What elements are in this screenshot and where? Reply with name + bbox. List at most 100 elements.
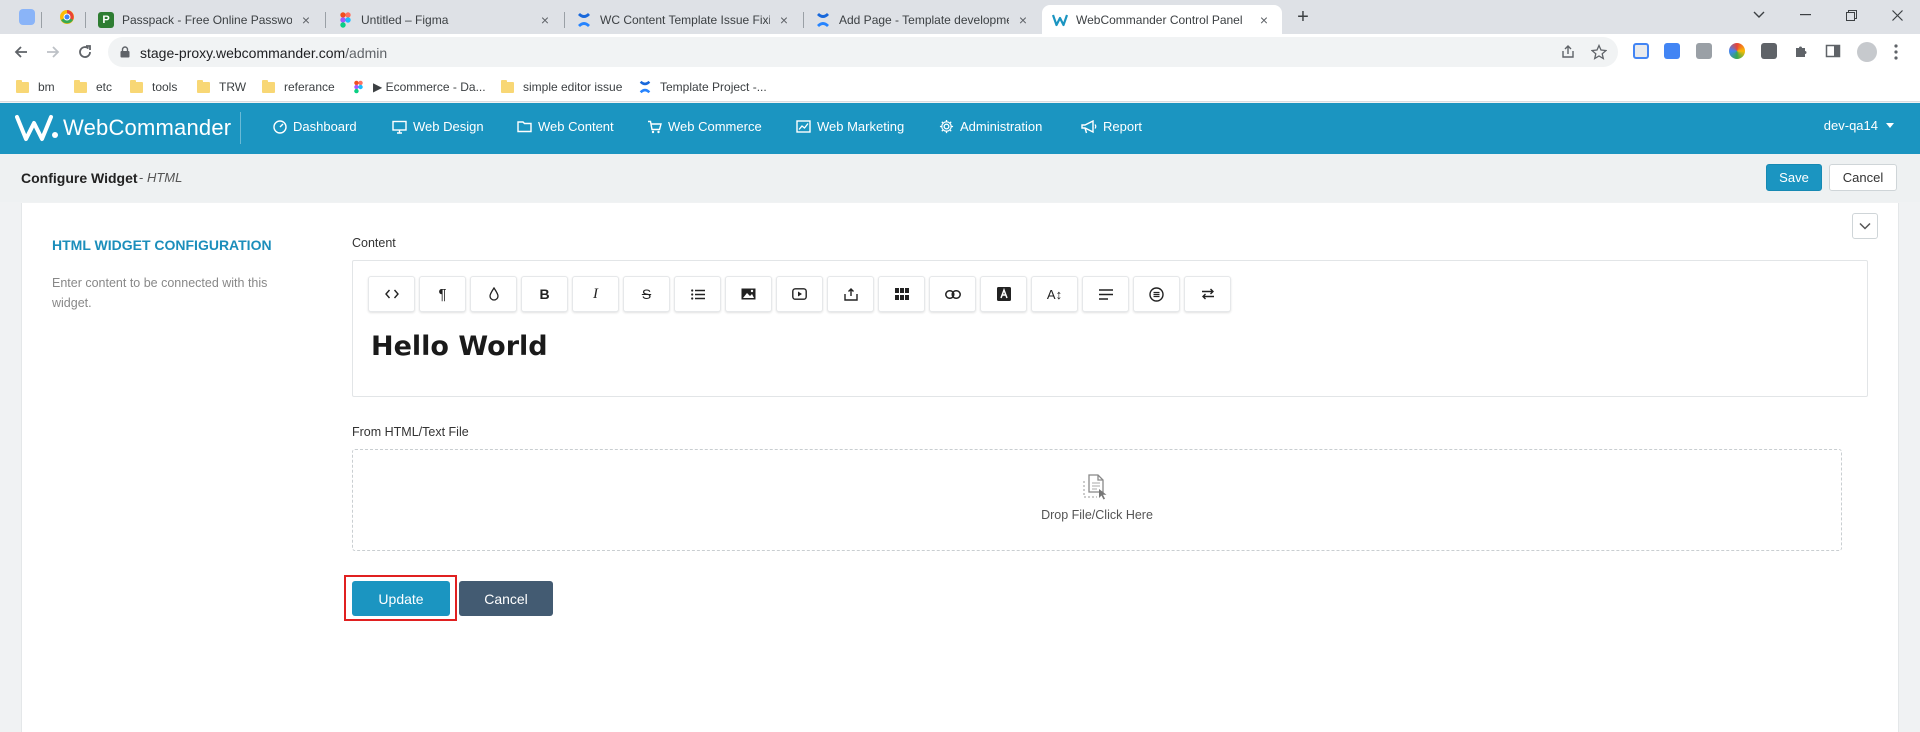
tab-title: Add Page - Template development	[839, 12, 1009, 27]
upload-icon[interactable]	[827, 276, 874, 312]
new-tab-icon[interactable]: +	[1293, 7, 1313, 27]
cart-icon	[648, 120, 662, 133]
rich-text-editor[interactable]: ¶ B I S A↕ Hello World	[352, 260, 1868, 397]
file-dropzone[interactable]: Drop File/Click Here	[352, 449, 1842, 551]
menu-web-marketing[interactable]: Web Marketing	[796, 119, 904, 134]
lock-icon	[120, 46, 130, 58]
special-char-icon[interactable]	[1133, 276, 1180, 312]
bookmark-ecommerce[interactable]: ▶ Ecommerce - Da...	[351, 77, 486, 97]
menu-web-design[interactable]: Web Design	[392, 119, 484, 134]
list-icon[interactable]	[674, 276, 721, 312]
divider	[240, 112, 241, 144]
menu-dashboard[interactable]: Dashboard	[273, 119, 357, 134]
tab-title: Untitled – Figma	[361, 12, 449, 27]
strikethrough-icon[interactable]: S	[623, 276, 670, 312]
tab-passpack[interactable]: P Passpack - Free Online Password ×	[88, 5, 324, 34]
link-icon[interactable]	[929, 276, 976, 312]
extension-icon[interactable]	[1633, 43, 1649, 59]
tab-search-icon[interactable]	[1736, 0, 1782, 30]
paragraph-icon[interactable]: ¶	[419, 276, 466, 312]
translate-icon[interactable]	[1664, 43, 1680, 59]
close-icon[interactable]: ×	[298, 12, 314, 28]
page-title: Configure Widget	[21, 170, 138, 186]
folder-icon	[262, 79, 275, 93]
page-subtitle: - HTML	[139, 170, 183, 185]
menu-web-commerce[interactable]: Web Commerce	[647, 119, 762, 134]
back-icon[interactable]	[10, 41, 32, 63]
cancel-widget-button[interactable]: Cancel	[459, 581, 553, 616]
close-icon[interactable]: ×	[776, 12, 792, 28]
direction-icon[interactable]	[1184, 276, 1231, 312]
cancel-button[interactable]: Cancel	[1829, 164, 1897, 191]
url-text: stage-proxy.webcommander.com/admin	[140, 45, 388, 61]
confluence-icon	[638, 80, 652, 94]
bookmark-template-project[interactable]: Template Project -...	[638, 77, 767, 97]
color-drop-icon[interactable]	[470, 276, 517, 312]
collapse-toggle[interactable]	[1852, 213, 1878, 239]
video-icon[interactable]	[776, 276, 823, 312]
logo-text: WebCommander	[63, 115, 232, 140]
extension-icon[interactable]	[1761, 43, 1777, 59]
minimize-icon[interactable]	[1782, 0, 1828, 30]
font-size-icon[interactable]: A↕	[1031, 276, 1078, 312]
save-button[interactable]: Save	[1766, 164, 1822, 191]
chart-icon	[796, 120, 811, 133]
confluence-icon	[576, 12, 592, 28]
pinned-tab-1[interactable]	[16, 6, 38, 28]
extension-icon[interactable]	[1696, 43, 1712, 59]
more-menu-icon[interactable]	[1894, 44, 1910, 60]
update-button[interactable]: Update	[352, 581, 450, 616]
webcommander-icon	[1052, 12, 1068, 28]
bookmark-tools[interactable]: tools	[130, 77, 177, 97]
close-icon[interactable]: ×	[1015, 12, 1031, 28]
close-window-icon[interactable]	[1874, 0, 1920, 30]
code-view-icon[interactable]	[368, 276, 415, 312]
bookmark-trw[interactable]: TRW	[197, 77, 246, 97]
menu-administration[interactable]: Administration	[939, 119, 1042, 134]
align-icon[interactable]	[1082, 276, 1129, 312]
bold-icon[interactable]: B	[521, 276, 568, 312]
caret-down-icon	[1886, 123, 1894, 128]
menu-report[interactable]: Report	[1081, 119, 1142, 134]
bookmark-bm[interactable]: bm	[16, 77, 55, 97]
side-panel-icon[interactable]	[1825, 43, 1841, 59]
bookmark-referance[interactable]: referance	[262, 77, 335, 97]
tab-title: WebCommander Control Panel	[1076, 12, 1243, 27]
font-icon[interactable]	[980, 276, 1027, 312]
profile-avatar-icon[interactable]	[1857, 42, 1877, 62]
menu-web-content[interactable]: Web Content	[517, 119, 614, 134]
close-icon[interactable]: ×	[537, 12, 553, 28]
close-icon[interactable]: ×	[1256, 12, 1272, 28]
pinned-tab-2[interactable]	[56, 6, 78, 28]
dropzone-text: Drop File/Click Here	[1041, 508, 1153, 522]
forward-icon[interactable]	[42, 41, 64, 63]
bookmark-etc[interactable]: etc	[74, 77, 112, 97]
folder-icon	[130, 79, 143, 93]
tab-title: WC Content Template Issue Fixing	[600, 12, 770, 27]
webcommander-logo-icon	[15, 115, 58, 141]
tab-wc-template[interactable]: WC Content Template Issue Fixing ×	[566, 5, 802, 34]
section-title: HTML WIDGET CONFIGURATION	[52, 237, 272, 253]
restore-icon[interactable]	[1828, 0, 1874, 30]
content-label: Content	[352, 236, 396, 250]
table-icon[interactable]	[878, 276, 925, 312]
bookmark-star-icon[interactable]	[1591, 44, 1607, 60]
reload-icon[interactable]	[74, 41, 96, 63]
passpack-icon: P	[98, 11, 114, 28]
app-header: WebCommander Dashboard Web Design Web Co…	[0, 103, 1920, 154]
webcommander-logo[interactable]: WebCommander	[15, 112, 231, 144]
bookmark-simple-editor[interactable]: simple editor issue	[501, 77, 622, 97]
editor-content-heading[interactable]: Hello World	[371, 331, 548, 362]
gear-icon	[939, 119, 954, 134]
italic-icon[interactable]: I	[572, 276, 619, 312]
monitor-icon	[392, 120, 407, 134]
share-icon[interactable]	[1560, 44, 1576, 60]
tab-figma[interactable]: Untitled – Figma ×	[327, 5, 563, 34]
tab-add-page[interactable]: Add Page - Template development ×	[805, 5, 1041, 34]
color-picker-icon[interactable]	[1729, 43, 1745, 59]
puzzle-icon[interactable]	[1793, 43, 1809, 59]
image-icon[interactable]	[725, 276, 772, 312]
address-bar[interactable]: stage-proxy.webcommander.com/admin	[108, 37, 1618, 67]
tab-webcommander[interactable]: WebCommander Control Panel ×	[1042, 5, 1282, 34]
user-menu[interactable]: dev-qa14	[1824, 118, 1894, 133]
